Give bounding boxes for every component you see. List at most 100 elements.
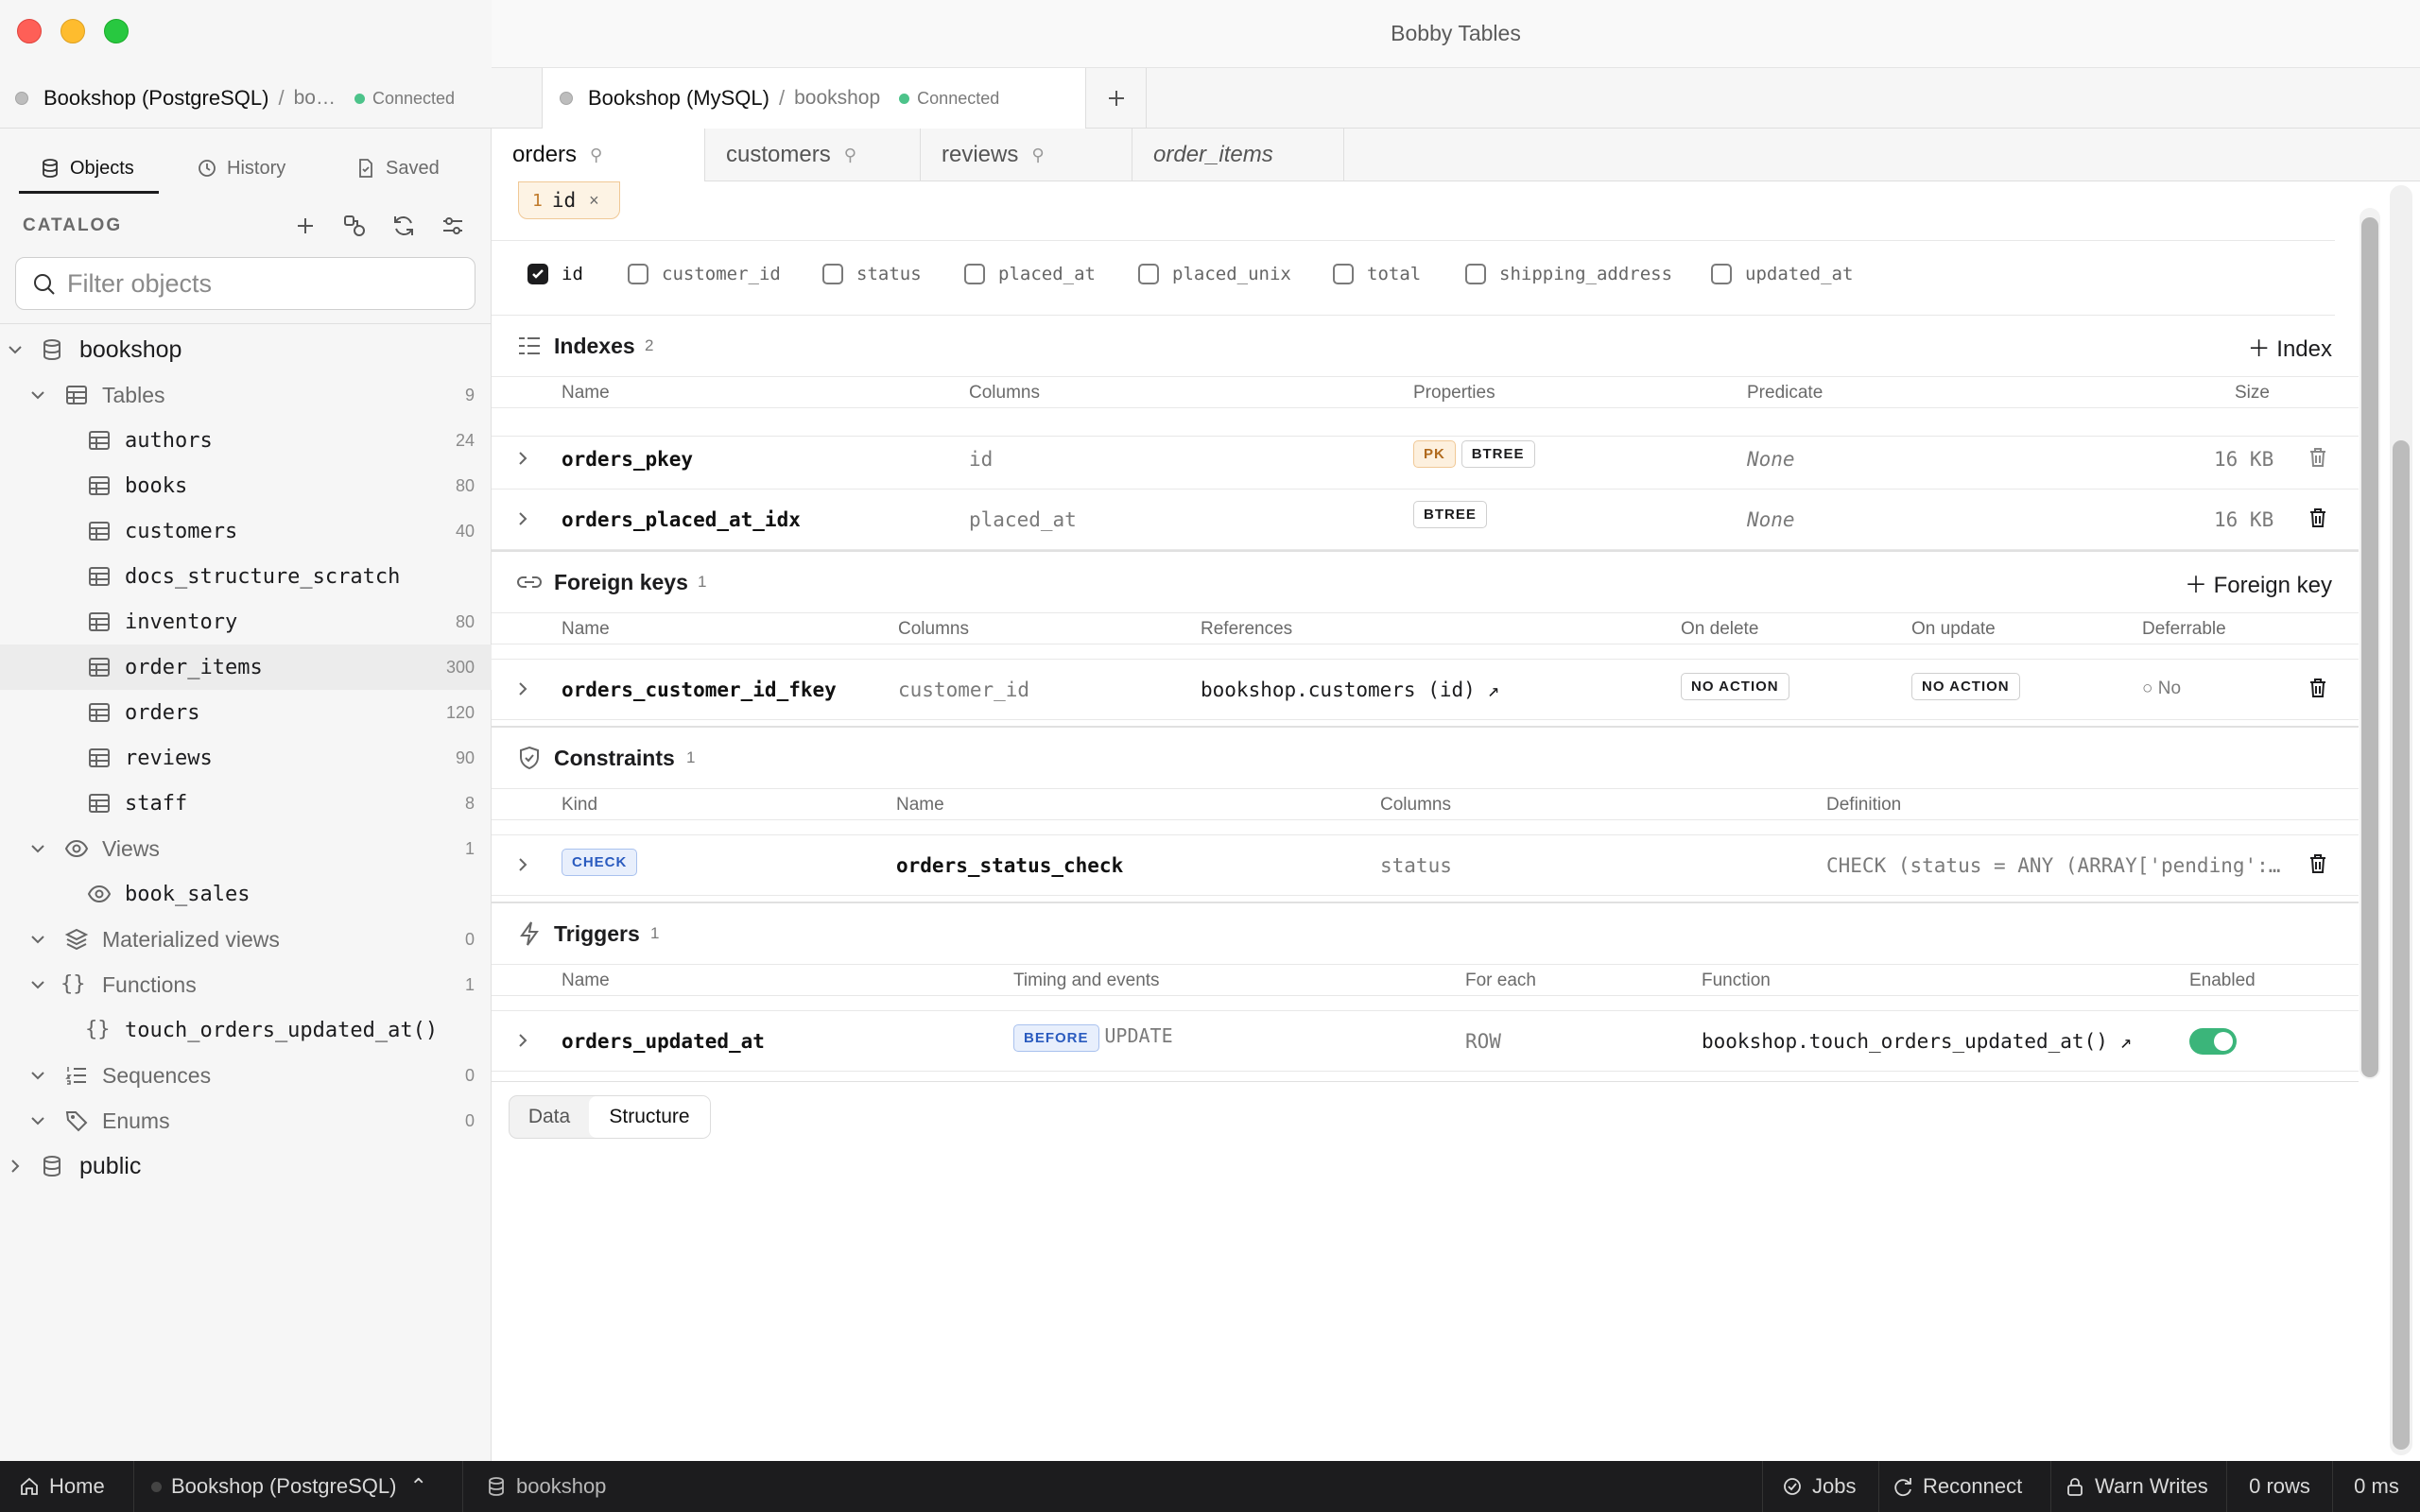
tree-db-public[interactable]: public	[0, 1143, 492, 1189]
before-badge: BEFORE	[1013, 1024, 1099, 1052]
tree-group-functions[interactable]: {} Functions 1	[0, 962, 492, 1007]
tree-table-docs-structure-scratch[interactable]: docs_structure_scratch	[0, 554, 492, 599]
tree-db-bookshop[interactable]: bookshop	[0, 327, 492, 372]
index-row-orders-placed-at-idx[interactable]: orders_placed_at_idx placed_at BTREE Non…	[492, 490, 2359, 550]
row-count: 120	[445, 702, 475, 722]
tree-group-views[interactable]: Views 1	[0, 826, 492, 871]
column-checkbox-shipping-address[interactable]: shipping_address	[1465, 264, 1672, 284]
sections-scrollbar[interactable]	[2360, 208, 2380, 1079]
connection-name: Bookshop (MySQL)	[588, 86, 769, 110]
indexes-table-header: Name Columns Properties Predicate Size	[492, 376, 2359, 408]
settings-sliders-icon[interactable]	[439, 212, 467, 240]
column-checkbox-status[interactable]: status	[822, 264, 922, 284]
filter-objects-input[interactable]: Filter objects	[15, 257, 475, 310]
connection-tab-postgres[interactable]: Bookshop (PostgreSQL) / bo… Connected	[0, 68, 543, 129]
tab-customers[interactable]: customers ⚲	[705, 129, 921, 181]
tab-order-items[interactable]: order_items	[1132, 129, 1344, 181]
add-index-button[interactable]: ＋ Index	[2248, 330, 2332, 363]
tree-group-materialized-views[interactable]: Materialized views 0	[0, 917, 492, 962]
external-link-icon[interactable]: ↗	[1487, 679, 1499, 701]
constraint-row-orders-status-check[interactable]: CHECK orders_status_check status CHECK (…	[492, 835, 2359, 896]
row-count: 300	[445, 657, 475, 677]
connection-status-dot	[560, 92, 573, 105]
window-title: Bobby Tables	[1391, 21, 1521, 45]
column-checkbox-placed-unix[interactable]: placed_unix	[1138, 264, 1291, 284]
catalog-heading: CATALOG	[23, 215, 123, 235]
tree-table-reviews[interactable]: reviews 90	[0, 735, 492, 781]
row-count: 8	[464, 793, 475, 813]
sidebar-tab-saved[interactable]: Saved	[355, 146, 440, 191]
new-connection-tab-button[interactable]	[1086, 68, 1147, 129]
trash-icon[interactable]	[2307, 446, 2329, 469]
connection-status-dot	[15, 92, 28, 105]
table-icon	[89, 476, 110, 495]
connection-tab-mysql[interactable]: Bookshop (MySQL) / bookshop Connected	[543, 68, 1086, 129]
tree-table-order-items[interactable]: order_items 300	[0, 644, 492, 690]
minimize-window-button[interactable]	[60, 19, 85, 43]
tab-orders[interactable]: orders ⚲	[492, 129, 705, 181]
close-icon[interactable]: ×	[589, 191, 599, 211]
zoom-window-button[interactable]	[104, 19, 129, 43]
column-checkbox-placed-at[interactable]: placed_at	[964, 264, 1096, 284]
trash-icon[interactable]	[2307, 677, 2329, 699]
checkbox-icon	[1138, 264, 1159, 284]
column-checkbox-updated-at[interactable]: updated_at	[1711, 264, 1853, 284]
pin-icon: ⚲	[590, 145, 603, 164]
table-icon	[89, 431, 110, 450]
eye-icon	[64, 839, 89, 858]
tree-table-inventory[interactable]: inventory 80	[0, 599, 492, 644]
connection-db: bo…	[293, 87, 336, 109]
tree-table-staff[interactable]: staff 8	[0, 781, 492, 826]
table-name: reviews	[125, 746, 213, 770]
sidebar-tab-history[interactable]: History	[197, 146, 285, 191]
database-icon	[489, 1477, 504, 1496]
tree-group-tables[interactable]: Tables 9	[0, 372, 492, 418]
constraints-table-header: Kind Name Columns Definition	[492, 788, 2359, 820]
plus-icon	[1108, 91, 1124, 106]
btree-badge: BTREE	[1413, 501, 1487, 528]
add-foreign-key-button[interactable]: ＋ Foreign key	[2185, 566, 2332, 599]
chevron-right-icon	[11, 1160, 20, 1173]
link-icon	[517, 576, 542, 588]
connected-dot-icon	[899, 93, 910, 104]
table-name: authors	[125, 428, 213, 453]
connect-shapes-icon[interactable]	[340, 212, 369, 240]
tree-group-sequences[interactable]: Sequences 0	[0, 1053, 492, 1098]
tree-view-book-sales[interactable]: book_sales	[0, 871, 492, 917]
tab-reviews[interactable]: reviews ⚲	[921, 129, 1132, 181]
add-icon[interactable]	[291, 212, 320, 240]
data-view-button[interactable]: Data	[510, 1096, 589, 1138]
column-checkbox-customer-id[interactable]: customer_id	[628, 264, 781, 284]
refresh-icon[interactable]	[389, 212, 418, 240]
home-button[interactable]: Home	[0, 1461, 134, 1512]
column-checkbox-total[interactable]: total	[1333, 264, 1421, 284]
list-indent-icon	[519, 337, 540, 354]
chevron-right-icon	[519, 452, 527, 465]
tree-function-touch-orders[interactable]: {} touch_orders_updated_at()	[0, 1007, 492, 1053]
connection-switcher[interactable]: Bookshop (PostgreSQL) ⌃	[134, 1461, 463, 1512]
tree-group-enums[interactable]: Enums 0	[0, 1098, 492, 1143]
database-selector[interactable]: bookshop	[463, 1461, 652, 1512]
reconnect-button[interactable]: Reconnect	[1879, 1461, 2051, 1512]
tree-table-customers[interactable]: customers 40	[0, 508, 492, 554]
trigger-enabled-toggle[interactable]	[2189, 1028, 2237, 1055]
selected-column-chip[interactable]: 1 id ×	[518, 181, 620, 219]
index-row-orders-pkey[interactable]: orders_pkey id PK BTREE None 16 KB	[492, 429, 2359, 490]
tree-table-authors[interactable]: authors 24	[0, 418, 492, 463]
external-link-icon[interactable]: ↗	[2120, 1030, 2133, 1053]
row-count: 90	[455, 747, 475, 767]
structure-view-button[interactable]: Structure	[589, 1096, 710, 1138]
panel-scrollbar[interactable]	[2390, 185, 2412, 1455]
tree-table-books[interactable]: books 80	[0, 463, 492, 508]
column-checkbox-id[interactable]: id	[527, 264, 583, 284]
trash-icon[interactable]	[2307, 507, 2329, 529]
fk-row-orders-customer-id-fkey[interactable]: orders_customer_id_fkey customer_id book…	[492, 660, 2359, 720]
warn-writes-button[interactable]: Warn Writes	[2051, 1461, 2227, 1512]
sidebar-tab-objects[interactable]: Objects	[40, 146, 134, 191]
close-window-button[interactable]	[17, 19, 42, 43]
table-name: order_items	[125, 655, 263, 679]
tree-table-orders[interactable]: orders 120	[0, 690, 492, 735]
jobs-button[interactable]: Jobs	[1762, 1461, 1879, 1512]
trigger-row-orders-updated-at[interactable]: orders_updated_at BEFORE UPDATE ROW book…	[492, 1011, 2359, 1072]
trash-icon[interactable]	[2307, 852, 2329, 875]
